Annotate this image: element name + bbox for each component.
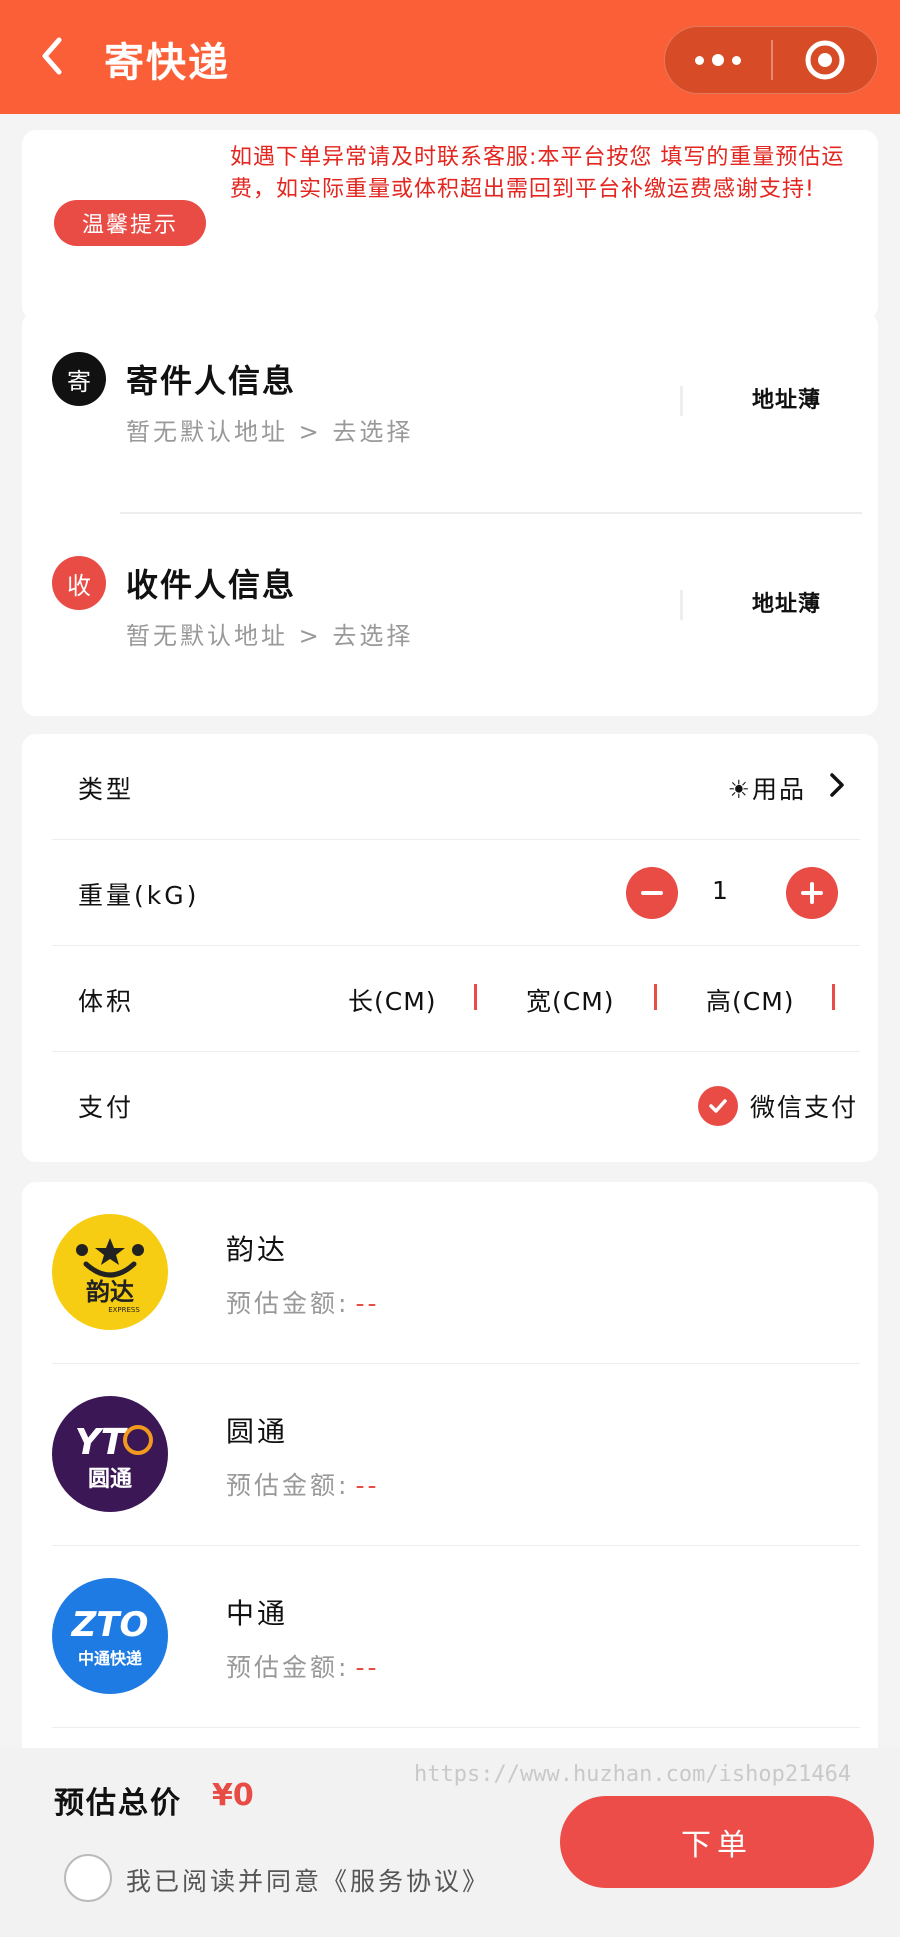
zto-logo-text: 中通快递 (78, 1649, 142, 1668)
type-value: ☀用品 (727, 775, 806, 804)
more-dot-right (732, 55, 742, 65)
zto-logo-graphic: ZTO 中通快递 (71, 1605, 149, 1668)
width-field[interactable]: 宽(CM) (526, 982, 615, 1018)
notice-badge: 温馨提示 (54, 200, 206, 246)
courier-name: 圆通 (226, 1415, 289, 1448)
more-dot-center (712, 54, 725, 66)
weight-decrease-button[interactable] (626, 867, 678, 919)
type-label: 类型 (78, 775, 135, 804)
height-field[interactable]: 高(CM) (706, 982, 795, 1018)
weight-increase-button[interactable] (786, 867, 838, 919)
chevron-left-icon (42, 37, 62, 75)
volume-row: 体积 长(CM) 宽(CM) 高(CM) (52, 946, 860, 1052)
watermark: https://www.huzhan.com/ishop21464 (414, 1762, 852, 1787)
yunda-logo-graphic: 韵达 EXPRESS (76, 1238, 144, 1314)
close-button[interactable] (773, 26, 877, 94)
minus-icon (641, 891, 663, 895)
bottom-bar: 预估总价 ¥0 https://www.huzhan.com/ishop2146… (0, 1748, 900, 1937)
courier-estimate: 预估金额: -- (226, 1284, 379, 1320)
yunda-logo-sub: EXPRESS (108, 1306, 140, 1314)
courier-estimate: 预估金额: -- (226, 1648, 379, 1684)
vertical-divider (680, 386, 683, 416)
yto-logo-graphic: YT 圆通 (75, 1422, 153, 1492)
courier-estimate: 预估金额: -- (226, 1466, 379, 1502)
estimate-price: -- (355, 1289, 380, 1318)
type-row[interactable]: 类型 ☀用品 (52, 734, 860, 840)
weight-row: 重量(kG) 1 (52, 840, 860, 946)
package-form-card: 类型 ☀用品 重量(kG) 1 体积 长(CM) 宽(CM) 高(CM) 支付 (22, 734, 878, 1162)
agreement-radio[interactable] (64, 1854, 112, 1902)
length-field[interactable]: 长(CM) (348, 982, 437, 1018)
volume-label: 体积 (78, 987, 135, 1016)
estimate-label: 预估金额: (226, 1653, 350, 1682)
estimate-price: -- (355, 1471, 380, 1500)
courier-item-yto[interactable]: YT 圆通 圆通 预估金额: -- (52, 1364, 860, 1546)
agreement-text[interactable]: 我已阅读并同意《服务协议》 (126, 1862, 490, 1898)
length-cursor (474, 984, 477, 1010)
address-card: 寄 寄件人信息 暂无默认地址 > 去选择 地址薄 收 收件人信息 暂无默认地址 … (22, 312, 878, 716)
payment-row: 支付 微信支付 (52, 1052, 860, 1158)
place-order-button[interactable]: 下单 (560, 1796, 874, 1888)
back-button[interactable] (30, 34, 74, 78)
sender-subtitle[interactable]: 暂无默认地址 > 去选择 (126, 412, 413, 447)
mini-program-capsule (664, 26, 878, 94)
estimate-label: 预估金额: (226, 1289, 350, 1318)
receiver-row[interactable]: 收 收件人信息 暂无默认地址 > 去选择 地址薄 (22, 556, 878, 716)
chevron-right-icon (830, 773, 844, 797)
total-label: 预估总价 (54, 1786, 182, 1821)
payment-method: 微信支付 (750, 1093, 859, 1122)
yunda-logo-icon: 韵达 EXPRESS (52, 1214, 168, 1330)
sender-icon: 寄 (52, 352, 106, 406)
yto-logo-icon: YT 圆通 (52, 1396, 168, 1512)
sender-address-book-button[interactable]: 地址薄 (752, 382, 821, 414)
zto-logo-icon: ZTO 中通快递 (52, 1578, 168, 1694)
courier-name: 韵达 (226, 1233, 289, 1266)
sender-row[interactable]: 寄 寄件人信息 暂无默认地址 > 去选择 地址薄 (22, 352, 878, 512)
height-cursor (832, 984, 835, 1010)
payment-checkbox[interactable] (698, 1086, 738, 1126)
vertical-divider (680, 590, 683, 620)
receiver-title: 收件人信息 (126, 566, 297, 604)
page-title: 寄快递 (104, 40, 230, 86)
total-amount: ¥0 (212, 1778, 254, 1813)
payment-label: 支付 (78, 1093, 135, 1122)
yto-logo-text: 圆通 (88, 1467, 132, 1492)
receiver-address-book-button[interactable]: 地址薄 (752, 586, 821, 618)
courier-list-card: 韵达 EXPRESS 韵达 预估金额: -- YT 圆通 圆通 预估金额: -- Z… (22, 1182, 878, 1762)
yto-logo-mark: YT (75, 1422, 128, 1463)
courier-item-yunda[interactable]: 韵达 EXPRESS 韵达 预估金额: -- (52, 1182, 860, 1364)
weight-value[interactable]: 1 (712, 876, 728, 905)
notice-text: 如遇下单异常请及时联系客服:本平台按您 填写的重量预估运费，如实际重量或体积超出… (230, 145, 845, 202)
zto-logo-mark: ZTO (71, 1605, 149, 1645)
receiver-icon: 收 (52, 556, 106, 610)
target-close-icon (805, 40, 845, 80)
width-cursor (654, 984, 657, 1010)
estimate-label: 预估金额: (226, 1471, 350, 1500)
check-icon (709, 1099, 727, 1113)
weight-label: 重量(kG) (78, 881, 200, 910)
courier-item-zto[interactable]: ZTO 中通快递 中通 预估金额: -- (52, 1546, 860, 1728)
courier-name: 中通 (226, 1597, 289, 1630)
more-button[interactable] (665, 26, 771, 94)
estimate-price: -- (355, 1653, 380, 1682)
app-header: 寄快递 (0, 0, 900, 114)
sender-title: 寄件人信息 (126, 362, 297, 400)
receiver-subtitle[interactable]: 暂无默认地址 > 去选择 (126, 616, 413, 651)
more-dots-icon (695, 55, 705, 65)
plus-icon (801, 882, 823, 904)
notice-card: 温馨提示 如遇下单异常请及时联系客服:本平台按您 填写的重量预估运费，如实际重量… (22, 130, 878, 320)
yunda-logo-text: 韵达 (86, 1278, 134, 1306)
address-divider (120, 512, 862, 514)
